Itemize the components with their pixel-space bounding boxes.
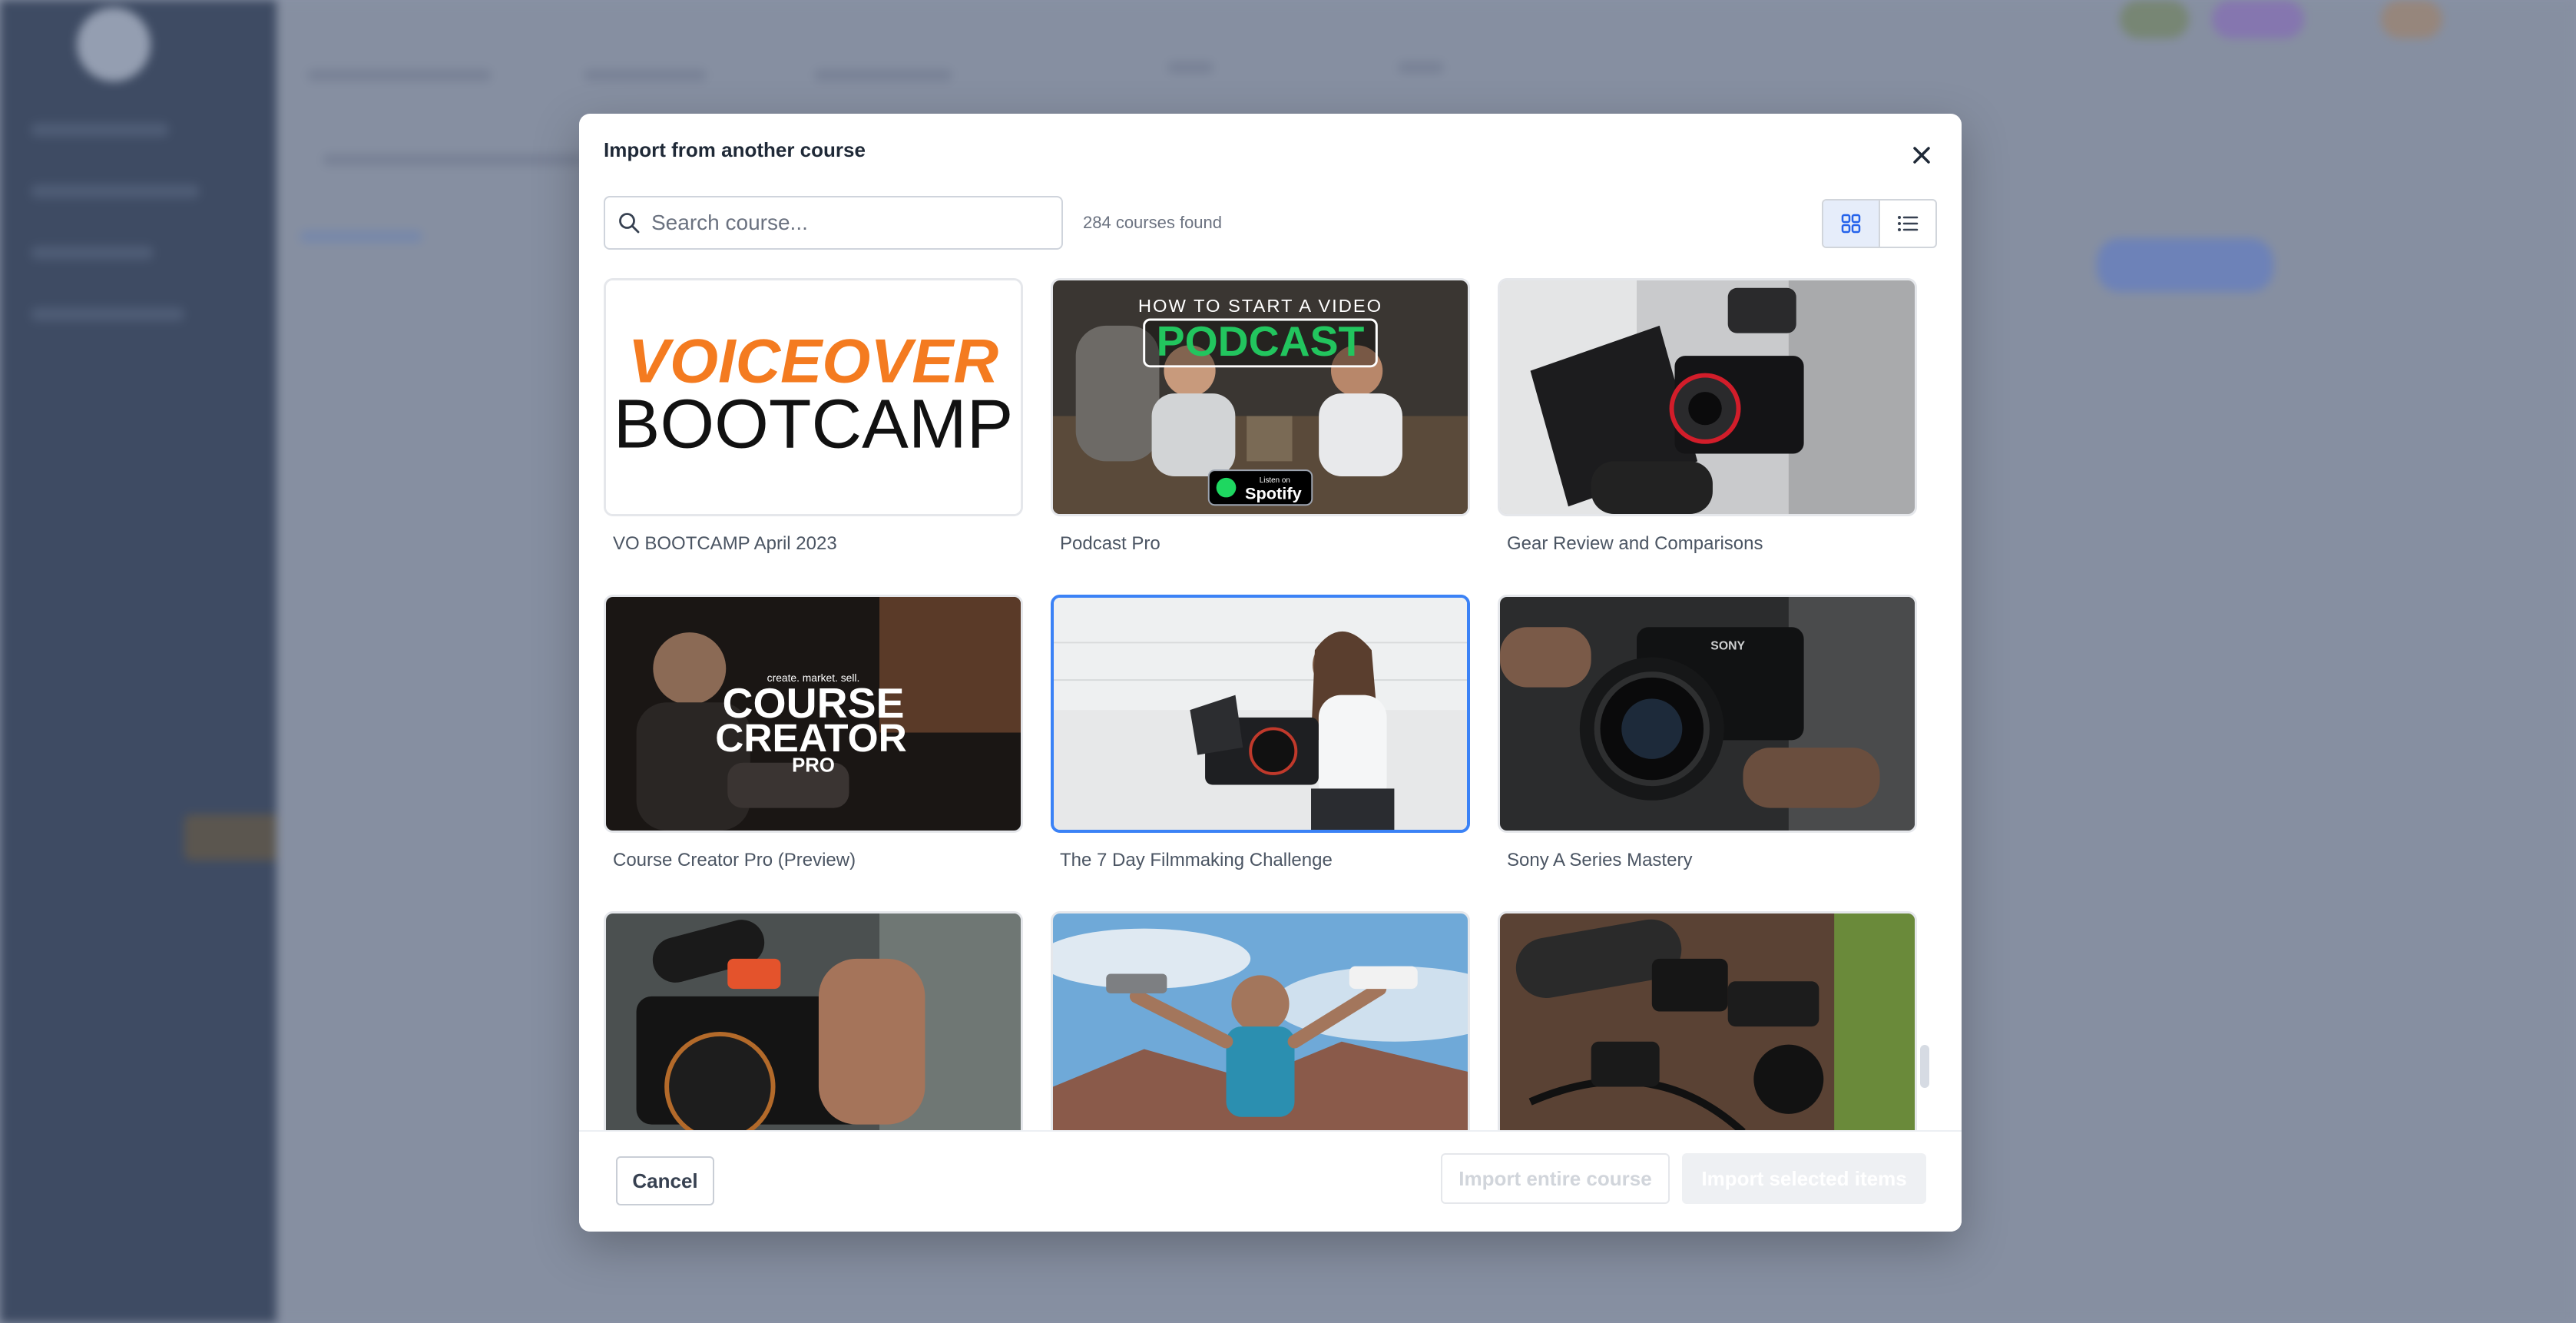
- cancel-button[interactable]: Cancel: [616, 1156, 714, 1205]
- course-card[interactable]: [1051, 911, 1470, 1166]
- sony-a-series-image: SONY: [1500, 597, 1915, 831]
- svg-text:PRO: PRO: [792, 755, 835, 777]
- podcast-pro-image: HOW TO START A VIDEO PODCAST Listen on S…: [1053, 280, 1468, 514]
- gear-review-image: [1500, 280, 1915, 514]
- search-field[interactable]: [604, 196, 1063, 250]
- svg-text:CREATOR: CREATOR: [715, 716, 907, 760]
- svg-text:PODCAST: PODCAST: [1157, 317, 1365, 365]
- filmmaking-challenge-image: [1054, 598, 1467, 830]
- course-card[interactable]: create. market. sell. COURSE CREATOR PRO…: [604, 595, 1023, 871]
- course-card[interactable]: The 7 Day Filmmaking Challenge: [1051, 595, 1470, 871]
- course-card[interactable]: SONY Sony A Series Mastery: [1498, 595, 1917, 871]
- course-card[interactable]: HOW TO START A VIDEO PODCAST Listen on S…: [1051, 278, 1470, 555]
- course-thumbnail: SONY: [1498, 595, 1917, 833]
- course-thumbnail: [1051, 911, 1470, 1149]
- course-thumbnail: [1498, 911, 1917, 1149]
- course-thumbnail: HOW TO START A VIDEO PODCAST Listen on S…: [1051, 278, 1470, 516]
- voiceover-bootcamp-image: VOICEOVER BOOTCAMP: [606, 280, 1021, 514]
- course-title: Gear Review and Comparisons: [1507, 533, 1763, 554]
- close-icon: [1913, 147, 1930, 164]
- list-view-button[interactable]: [1880, 201, 1935, 247]
- course-creator-pro-image: create. market. sell. COURSE CREATOR PRO: [606, 597, 1021, 831]
- audio-gear-image: [1500, 914, 1915, 1147]
- svg-text:SONY: SONY: [1710, 640, 1745, 653]
- import-entire-course-button[interactable]: Import entire course: [1441, 1153, 1670, 1204]
- course-card[interactable]: Gear Review and Comparisons: [1498, 278, 1917, 555]
- grid-view-button[interactable]: [1823, 201, 1880, 247]
- view-toggle: [1822, 199, 1937, 248]
- course-title: Course Creator Pro (Preview): [613, 850, 856, 870]
- drone-pilot-image: [1053, 914, 1468, 1147]
- dialog-title: Import from another course: [604, 138, 866, 161]
- course-title: Podcast Pro: [1060, 533, 1161, 554]
- course-grid: VOICEOVER BOOTCAMP VO BOOTCAMP April 202…: [604, 278, 1940, 1224]
- camera-microphone-image: [606, 914, 1021, 1147]
- course-title: Sony A Series Mastery: [1507, 850, 1693, 870]
- scrollbar[interactable]: [1920, 1045, 1929, 1088]
- course-thumbnail: [1051, 595, 1470, 833]
- course-title: The 7 Day Filmmaking Challenge: [1060, 850, 1333, 870]
- grid-icon: [1841, 214, 1861, 234]
- course-thumbnail: create. market. sell. COURSE CREATOR PRO: [604, 595, 1023, 833]
- svg-text:BOOTCAMP: BOOTCAMP: [614, 386, 1014, 463]
- svg-text:Spotify: Spotify: [1245, 483, 1302, 502]
- results-count: 284 courses found: [1083, 213, 1223, 232]
- course-card[interactable]: VOICEOVER BOOTCAMP VO BOOTCAMP April 202…: [604, 278, 1023, 555]
- search-icon: [619, 213, 640, 234]
- search-input[interactable]: [650, 210, 1052, 236]
- course-card[interactable]: [604, 911, 1023, 1166]
- course-card[interactable]: [1498, 911, 1917, 1166]
- course-thumbnail: VOICEOVER BOOTCAMP: [604, 278, 1023, 516]
- close-button[interactable]: [1908, 141, 1935, 169]
- svg-text:HOW TO START A VIDEO: HOW TO START A VIDEO: [1138, 297, 1382, 317]
- course-title: VO BOOTCAMP April 2023: [613, 533, 837, 554]
- import-selected-items-button[interactable]: Import selected items: [1682, 1153, 1926, 1204]
- dialog-footer: Cancel Import entire course Import selec…: [579, 1130, 1962, 1232]
- course-thumbnail: [1498, 278, 1917, 516]
- course-thumbnail: [604, 911, 1023, 1149]
- import-course-dialog: Import from another course 284 courses f…: [579, 114, 1962, 1232]
- list-icon: [1898, 216, 1919, 231]
